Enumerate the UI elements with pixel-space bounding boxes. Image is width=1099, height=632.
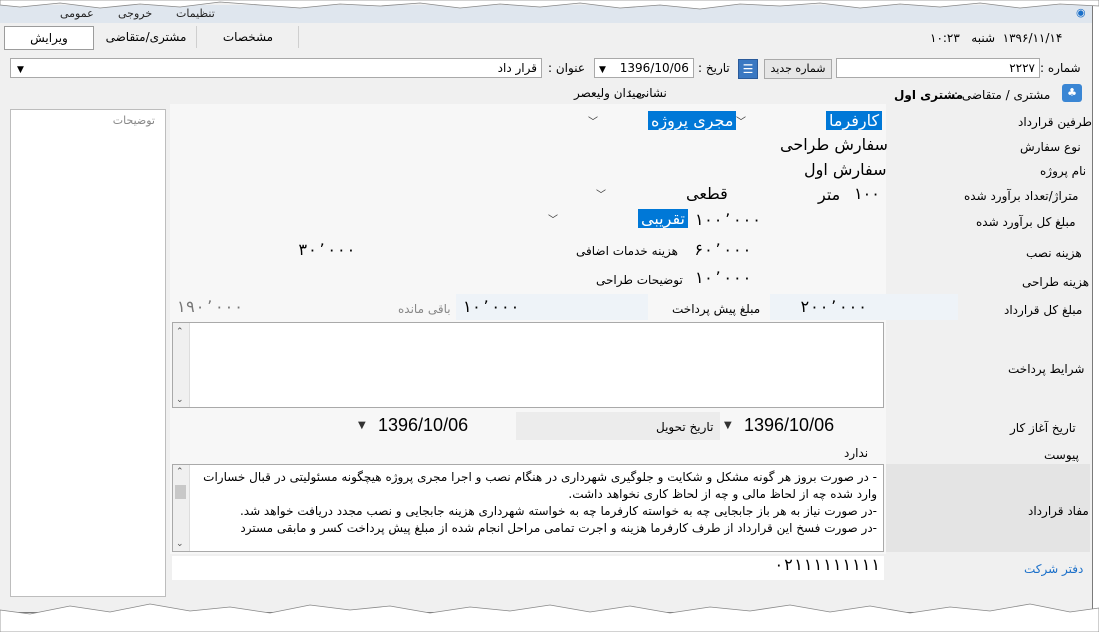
chevron-down-icon[interactable]: ﹀ bbox=[588, 113, 598, 128]
scroll-down-icon: ⌄ bbox=[176, 395, 184, 405]
scroll-down-icon: ⌄ bbox=[176, 539, 184, 549]
project-name-value: سفارش اول bbox=[804, 160, 887, 179]
extra-value: ۶۰٬۰۰۰ bbox=[694, 240, 752, 259]
prepay-field[interactable]: ۱۰٬۰۰۰ bbox=[456, 294, 648, 320]
chevron-down-icon: ▼ bbox=[724, 420, 732, 431]
total-field[interactable]: ۲۰۰٬۰۰۰ bbox=[770, 294, 958, 320]
notes-panel[interactable]: توضیحات bbox=[10, 109, 166, 597]
estimate-label: مبلغ کل برآورد شده bbox=[976, 215, 1076, 229]
payment-terms-label: شرایط پرداخت bbox=[1008, 362, 1085, 376]
party1-field[interactable]: کارفرما bbox=[826, 111, 883, 130]
design-label: هزینه طراحی bbox=[1022, 275, 1090, 289]
title-label: عنوان : bbox=[548, 61, 585, 75]
estimate-value: ۱۰۰٬۰۰۰ bbox=[694, 210, 762, 229]
area-label: متراژ/تعداد برآورد شده bbox=[964, 189, 1079, 203]
date-field[interactable]: ▼ 1396/10/06 bbox=[594, 58, 694, 78]
area-kind-field[interactable]: قطعی ﹀ bbox=[596, 182, 738, 204]
chevron-down-icon: ▼ bbox=[599, 65, 606, 75]
date-label: تاریخ : bbox=[698, 61, 730, 75]
address-value: میدان ولیعصر bbox=[574, 86, 643, 100]
attachment-value: ندارد bbox=[844, 446, 869, 460]
chevron-down-icon[interactable]: ﹀ bbox=[548, 211, 558, 226]
delivery-label: تاریخ تحویل bbox=[656, 420, 714, 434]
scroll-up-icon: ⌃ bbox=[176, 467, 184, 477]
extra-label: هزینه خدمات اضافی bbox=[576, 244, 678, 258]
party2-field[interactable]: مجری پروژه bbox=[648, 111, 737, 130]
tab-edit[interactable]: ویرایش bbox=[4, 26, 94, 50]
remaining-value: ۱۹۰٬۰۰۰ bbox=[176, 297, 244, 316]
clauses-label-cell: مفاد قرارداد bbox=[886, 464, 1090, 552]
tab-specs[interactable]: مشخصات bbox=[198, 26, 299, 48]
clauses-text: - در صورت بروز هر گونه مشکل و شکایت و جل… bbox=[203, 470, 877, 535]
customer-label: مشتری / متقاضی : bbox=[954, 88, 1051, 102]
start-date-field[interactable]: ▼ 1396/10/06 bbox=[720, 412, 886, 440]
chevron-down-icon: ﹀ bbox=[596, 190, 606, 201]
estimate-kind-field[interactable]: تقریبی bbox=[638, 209, 688, 228]
clauses-label: مفاد قرارداد bbox=[1028, 504, 1089, 518]
torn-edge-bottom bbox=[0, 603, 1099, 632]
delivery-row: تاریخ تحویل bbox=[516, 412, 720, 440]
chevron-down-icon: ▼ bbox=[358, 420, 366, 431]
office-link[interactable]: دفتر شرکت bbox=[1024, 562, 1083, 576]
clauses-field[interactable]: ⌃ ⌄ - در صورت بروز هر گونه مشکل و شکایت … bbox=[172, 464, 884, 552]
payment-terms-field[interactable]: ⌃ ⌄ bbox=[172, 322, 884, 408]
number-field[interactable]: ۲۲۲۷ bbox=[836, 58, 1040, 78]
chevron-down-icon[interactable]: ﹀ bbox=[736, 113, 746, 128]
design-value: ۱۰٬۰۰۰ bbox=[694, 268, 752, 287]
notes-label: توضیحات bbox=[112, 114, 155, 127]
area-unit: متر bbox=[818, 185, 841, 204]
office-field[interactable]: ۰۲۱۱۱۱۱۱۱۱۱ bbox=[172, 556, 884, 580]
area-value: ۱۰۰ bbox=[854, 184, 880, 203]
scroll-up-icon: ⌃ bbox=[176, 327, 184, 337]
start-date-label: تاریخ آغاز کار bbox=[1010, 421, 1076, 435]
install-field[interactable]: ۳۰٬۰۰۰ bbox=[294, 236, 486, 264]
scroll-thumb[interactable] bbox=[175, 485, 186, 499]
number-label: شماره : bbox=[1040, 61, 1081, 75]
total-label: مبلغ کل قرارداد bbox=[1004, 303, 1083, 317]
design-notes-label: توضیحات طراحی bbox=[596, 273, 683, 287]
chevron-down-icon: ▼ bbox=[17, 65, 24, 75]
customers-icon[interactable]: ♣ bbox=[1062, 84, 1082, 102]
prepay-label: مبلغ پیش پرداخت bbox=[672, 302, 761, 316]
scrollbar[interactable]: ⌃ ⌄ bbox=[173, 465, 190, 551]
calendar-settings-icon[interactable]: ☰ bbox=[738, 59, 758, 79]
torn-edge-top bbox=[0, 0, 1099, 10]
header-date: ۱۳۹۶/۱۱/۱۴ شنبه ۱۰:۲۳ bbox=[930, 31, 1063, 45]
order-type-value: سفارش طراحی bbox=[780, 135, 888, 154]
title-field[interactable]: قرار داد ▼ bbox=[10, 58, 542, 78]
customer-value: مشتری اول bbox=[894, 88, 964, 102]
tab-customer[interactable]: مشتری/متقاضی bbox=[96, 26, 197, 48]
order-type-label: نوع سفارش bbox=[1020, 140, 1081, 154]
attachment-label: پیوست bbox=[1044, 448, 1079, 462]
install-label: هزینه نصب bbox=[1026, 246, 1082, 260]
parties-label: طرفین قرارداد bbox=[1018, 115, 1092, 129]
project-name-label: نام پروژه bbox=[1040, 164, 1087, 178]
contract-window: تنظیمات خروجی عمومی ◉ ۱۳۹۶/۱۱/۱۴ شنبه ۱۰… bbox=[0, 0, 1093, 613]
new-number-button[interactable]: شماره جدید bbox=[764, 59, 832, 79]
remaining-label: باقی مانده bbox=[398, 302, 451, 316]
delivery-field[interactable]: ▼ 1396/10/06 bbox=[354, 412, 514, 440]
design-notes-field[interactable] bbox=[344, 266, 486, 292]
scrollbar[interactable]: ⌃ ⌄ bbox=[173, 323, 190, 407]
